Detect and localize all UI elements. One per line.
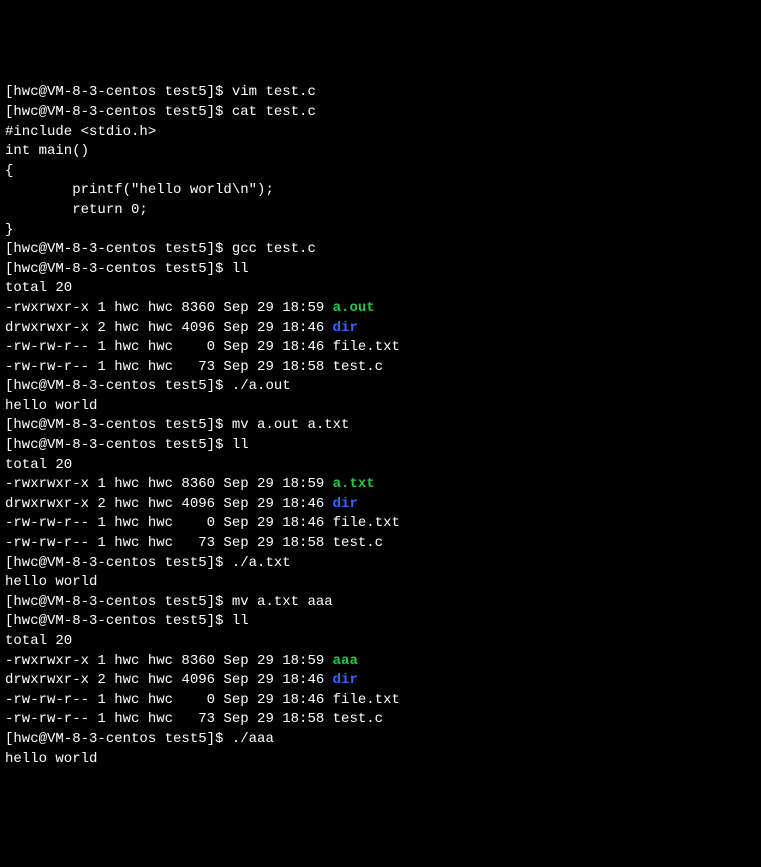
ls-details: -rw-rw-r-- 1 hwc hwc 0 Sep 29 18:46 bbox=[5, 339, 333, 355]
shell-prompt: [hwc@VM-8-3-centos test5]$ bbox=[5, 417, 232, 433]
terminal-line: drwxrwxr-x 2 hwc hwc 4096 Sep 29 18:46 d… bbox=[5, 495, 756, 515]
ls-details: drwxrwxr-x 2 hwc hwc 4096 Sep 29 18:46 bbox=[5, 320, 333, 336]
ls-details: -rw-rw-r-- 1 hwc hwc 73 Sep 29 18:58 bbox=[5, 359, 333, 375]
terminal-line: -rw-rw-r-- 1 hwc hwc 73 Sep 29 18:58 tes… bbox=[5, 710, 756, 730]
shell-prompt: [hwc@VM-8-3-centos test5]$ bbox=[5, 437, 232, 453]
terminal-line: [hwc@VM-8-3-centos test5]$ mv a.out a.tx… bbox=[5, 416, 756, 436]
terminal-line: [hwc@VM-8-3-centos test5]$ gcc test.c bbox=[5, 240, 756, 260]
terminal-line: total 20 bbox=[5, 632, 756, 652]
shell-prompt: [hwc@VM-8-3-centos test5]$ bbox=[5, 613, 232, 629]
shell-prompt: [hwc@VM-8-3-centos test5]$ bbox=[5, 241, 232, 257]
terminal-line: -rw-rw-r-- 1 hwc hwc 0 Sep 29 18:46 file… bbox=[5, 514, 756, 534]
output-text: { bbox=[5, 163, 13, 179]
shell-prompt: [hwc@VM-8-3-centos test5]$ bbox=[5, 378, 232, 394]
terminal-line: [hwc@VM-8-3-centos test5]$ ll bbox=[5, 612, 756, 632]
command-text: ll bbox=[232, 261, 249, 277]
command-text: ./a.out bbox=[232, 378, 291, 394]
output-text: #include <stdio.h> bbox=[5, 124, 156, 140]
terminal-output[interactable]: [hwc@VM-8-3-centos test5]$ vim test.c[hw… bbox=[5, 83, 756, 769]
ls-filename: a.txt bbox=[333, 476, 375, 492]
terminal-line: int main() bbox=[5, 142, 756, 162]
terminal-line: -rwxrwxr-x 1 hwc hwc 8360 Sep 29 18:59 a… bbox=[5, 475, 756, 495]
ls-filename: file.txt bbox=[333, 515, 400, 531]
terminal-line: hello world bbox=[5, 397, 756, 417]
terminal-line: -rw-rw-r-- 1 hwc hwc 73 Sep 29 18:58 tes… bbox=[5, 534, 756, 554]
terminal-line: [hwc@VM-8-3-centos test5]$ ./a.out bbox=[5, 377, 756, 397]
output-text: hello world bbox=[5, 398, 97, 414]
terminal-line: { bbox=[5, 162, 756, 182]
terminal-line: -rw-rw-r-- 1 hwc hwc 0 Sep 29 18:46 file… bbox=[5, 338, 756, 358]
command-text: vim test.c bbox=[232, 84, 316, 100]
terminal-line: -rwxrwxr-x 1 hwc hwc 8360 Sep 29 18:59 a… bbox=[5, 652, 756, 672]
terminal-line: total 20 bbox=[5, 279, 756, 299]
terminal-line: #include <stdio.h> bbox=[5, 123, 756, 143]
terminal-line: -rw-rw-r-- 1 hwc hwc 0 Sep 29 18:46 file… bbox=[5, 691, 756, 711]
shell-prompt: [hwc@VM-8-3-centos test5]$ bbox=[5, 261, 232, 277]
command-text: ll bbox=[232, 613, 249, 629]
terminal-line: } bbox=[5, 221, 756, 241]
ls-filename: test.c bbox=[333, 711, 383, 727]
output-text: total 20 bbox=[5, 280, 72, 296]
output-text: int main() bbox=[5, 143, 89, 159]
ls-details: -rwxrwxr-x 1 hwc hwc 8360 Sep 29 18:59 bbox=[5, 300, 333, 316]
terminal-line: return 0; bbox=[5, 201, 756, 221]
ls-details: -rwxrwxr-x 1 hwc hwc 8360 Sep 29 18:59 bbox=[5, 476, 333, 492]
ls-filename: dir bbox=[333, 320, 358, 336]
terminal-line: [hwc@VM-8-3-centos test5]$ ll bbox=[5, 436, 756, 456]
terminal-line: -rw-rw-r-- 1 hwc hwc 73 Sep 29 18:58 tes… bbox=[5, 358, 756, 378]
command-text: mv a.out a.txt bbox=[232, 417, 350, 433]
terminal-line: [hwc@VM-8-3-centos test5]$ cat test.c bbox=[5, 103, 756, 123]
output-text: total 20 bbox=[5, 633, 72, 649]
terminal-line: [hwc@VM-8-3-centos test5]$ ./aaa bbox=[5, 730, 756, 750]
shell-prompt: [hwc@VM-8-3-centos test5]$ bbox=[5, 731, 232, 747]
ls-details: -rw-rw-r-- 1 hwc hwc 73 Sep 29 18:58 bbox=[5, 711, 333, 727]
ls-details: drwxrwxr-x 2 hwc hwc 4096 Sep 29 18:46 bbox=[5, 672, 333, 688]
output-text: hello world bbox=[5, 751, 97, 767]
ls-details: -rw-rw-r-- 1 hwc hwc 0 Sep 29 18:46 bbox=[5, 515, 333, 531]
ls-details: drwxrwxr-x 2 hwc hwc 4096 Sep 29 18:46 bbox=[5, 496, 333, 512]
ls-filename: test.c bbox=[333, 359, 383, 375]
terminal-line: [hwc@VM-8-3-centos test5]$ ll bbox=[5, 260, 756, 280]
ls-details: -rwxrwxr-x 1 hwc hwc 8360 Sep 29 18:59 bbox=[5, 653, 333, 669]
ls-details: -rw-rw-r-- 1 hwc hwc 0 Sep 29 18:46 bbox=[5, 692, 333, 708]
shell-prompt: [hwc@VM-8-3-centos test5]$ bbox=[5, 594, 232, 610]
output-text: total 20 bbox=[5, 457, 72, 473]
command-text: mv a.txt aaa bbox=[232, 594, 333, 610]
terminal-line: [hwc@VM-8-3-centos test5]$ mv a.txt aaa bbox=[5, 593, 756, 613]
ls-filename: file.txt bbox=[333, 692, 400, 708]
terminal-line: drwxrwxr-x 2 hwc hwc 4096 Sep 29 18:46 d… bbox=[5, 319, 756, 339]
terminal-line: hello world bbox=[5, 750, 756, 770]
output-text: } bbox=[5, 222, 13, 238]
ls-filename: test.c bbox=[333, 535, 383, 551]
shell-prompt: [hwc@VM-8-3-centos test5]$ bbox=[5, 104, 232, 120]
ls-filename: dir bbox=[333, 672, 358, 688]
command-text: gcc test.c bbox=[232, 241, 316, 257]
command-text: ./aaa bbox=[232, 731, 274, 747]
command-text: cat test.c bbox=[232, 104, 316, 120]
ls-filename: a.out bbox=[333, 300, 375, 316]
command-text: ./a.txt bbox=[232, 555, 291, 571]
ls-filename: file.txt bbox=[333, 339, 400, 355]
terminal-line: [hwc@VM-8-3-centos test5]$ vim test.c bbox=[5, 83, 756, 103]
terminal-line: total 20 bbox=[5, 456, 756, 476]
ls-details: -rw-rw-r-- 1 hwc hwc 73 Sep 29 18:58 bbox=[5, 535, 333, 551]
output-text: return 0; bbox=[5, 202, 148, 218]
shell-prompt: [hwc@VM-8-3-centos test5]$ bbox=[5, 84, 232, 100]
terminal-line: printf("hello world\n"); bbox=[5, 181, 756, 201]
terminal-line: hello world bbox=[5, 573, 756, 593]
ls-filename: aaa bbox=[333, 653, 358, 669]
command-text: ll bbox=[232, 437, 249, 453]
terminal-line: [hwc@VM-8-3-centos test5]$ ./a.txt bbox=[5, 554, 756, 574]
terminal-line: -rwxrwxr-x 1 hwc hwc 8360 Sep 29 18:59 a… bbox=[5, 299, 756, 319]
output-text: hello world bbox=[5, 574, 97, 590]
output-text: printf("hello world\n"); bbox=[5, 182, 274, 198]
shell-prompt: [hwc@VM-8-3-centos test5]$ bbox=[5, 555, 232, 571]
ls-filename: dir bbox=[333, 496, 358, 512]
